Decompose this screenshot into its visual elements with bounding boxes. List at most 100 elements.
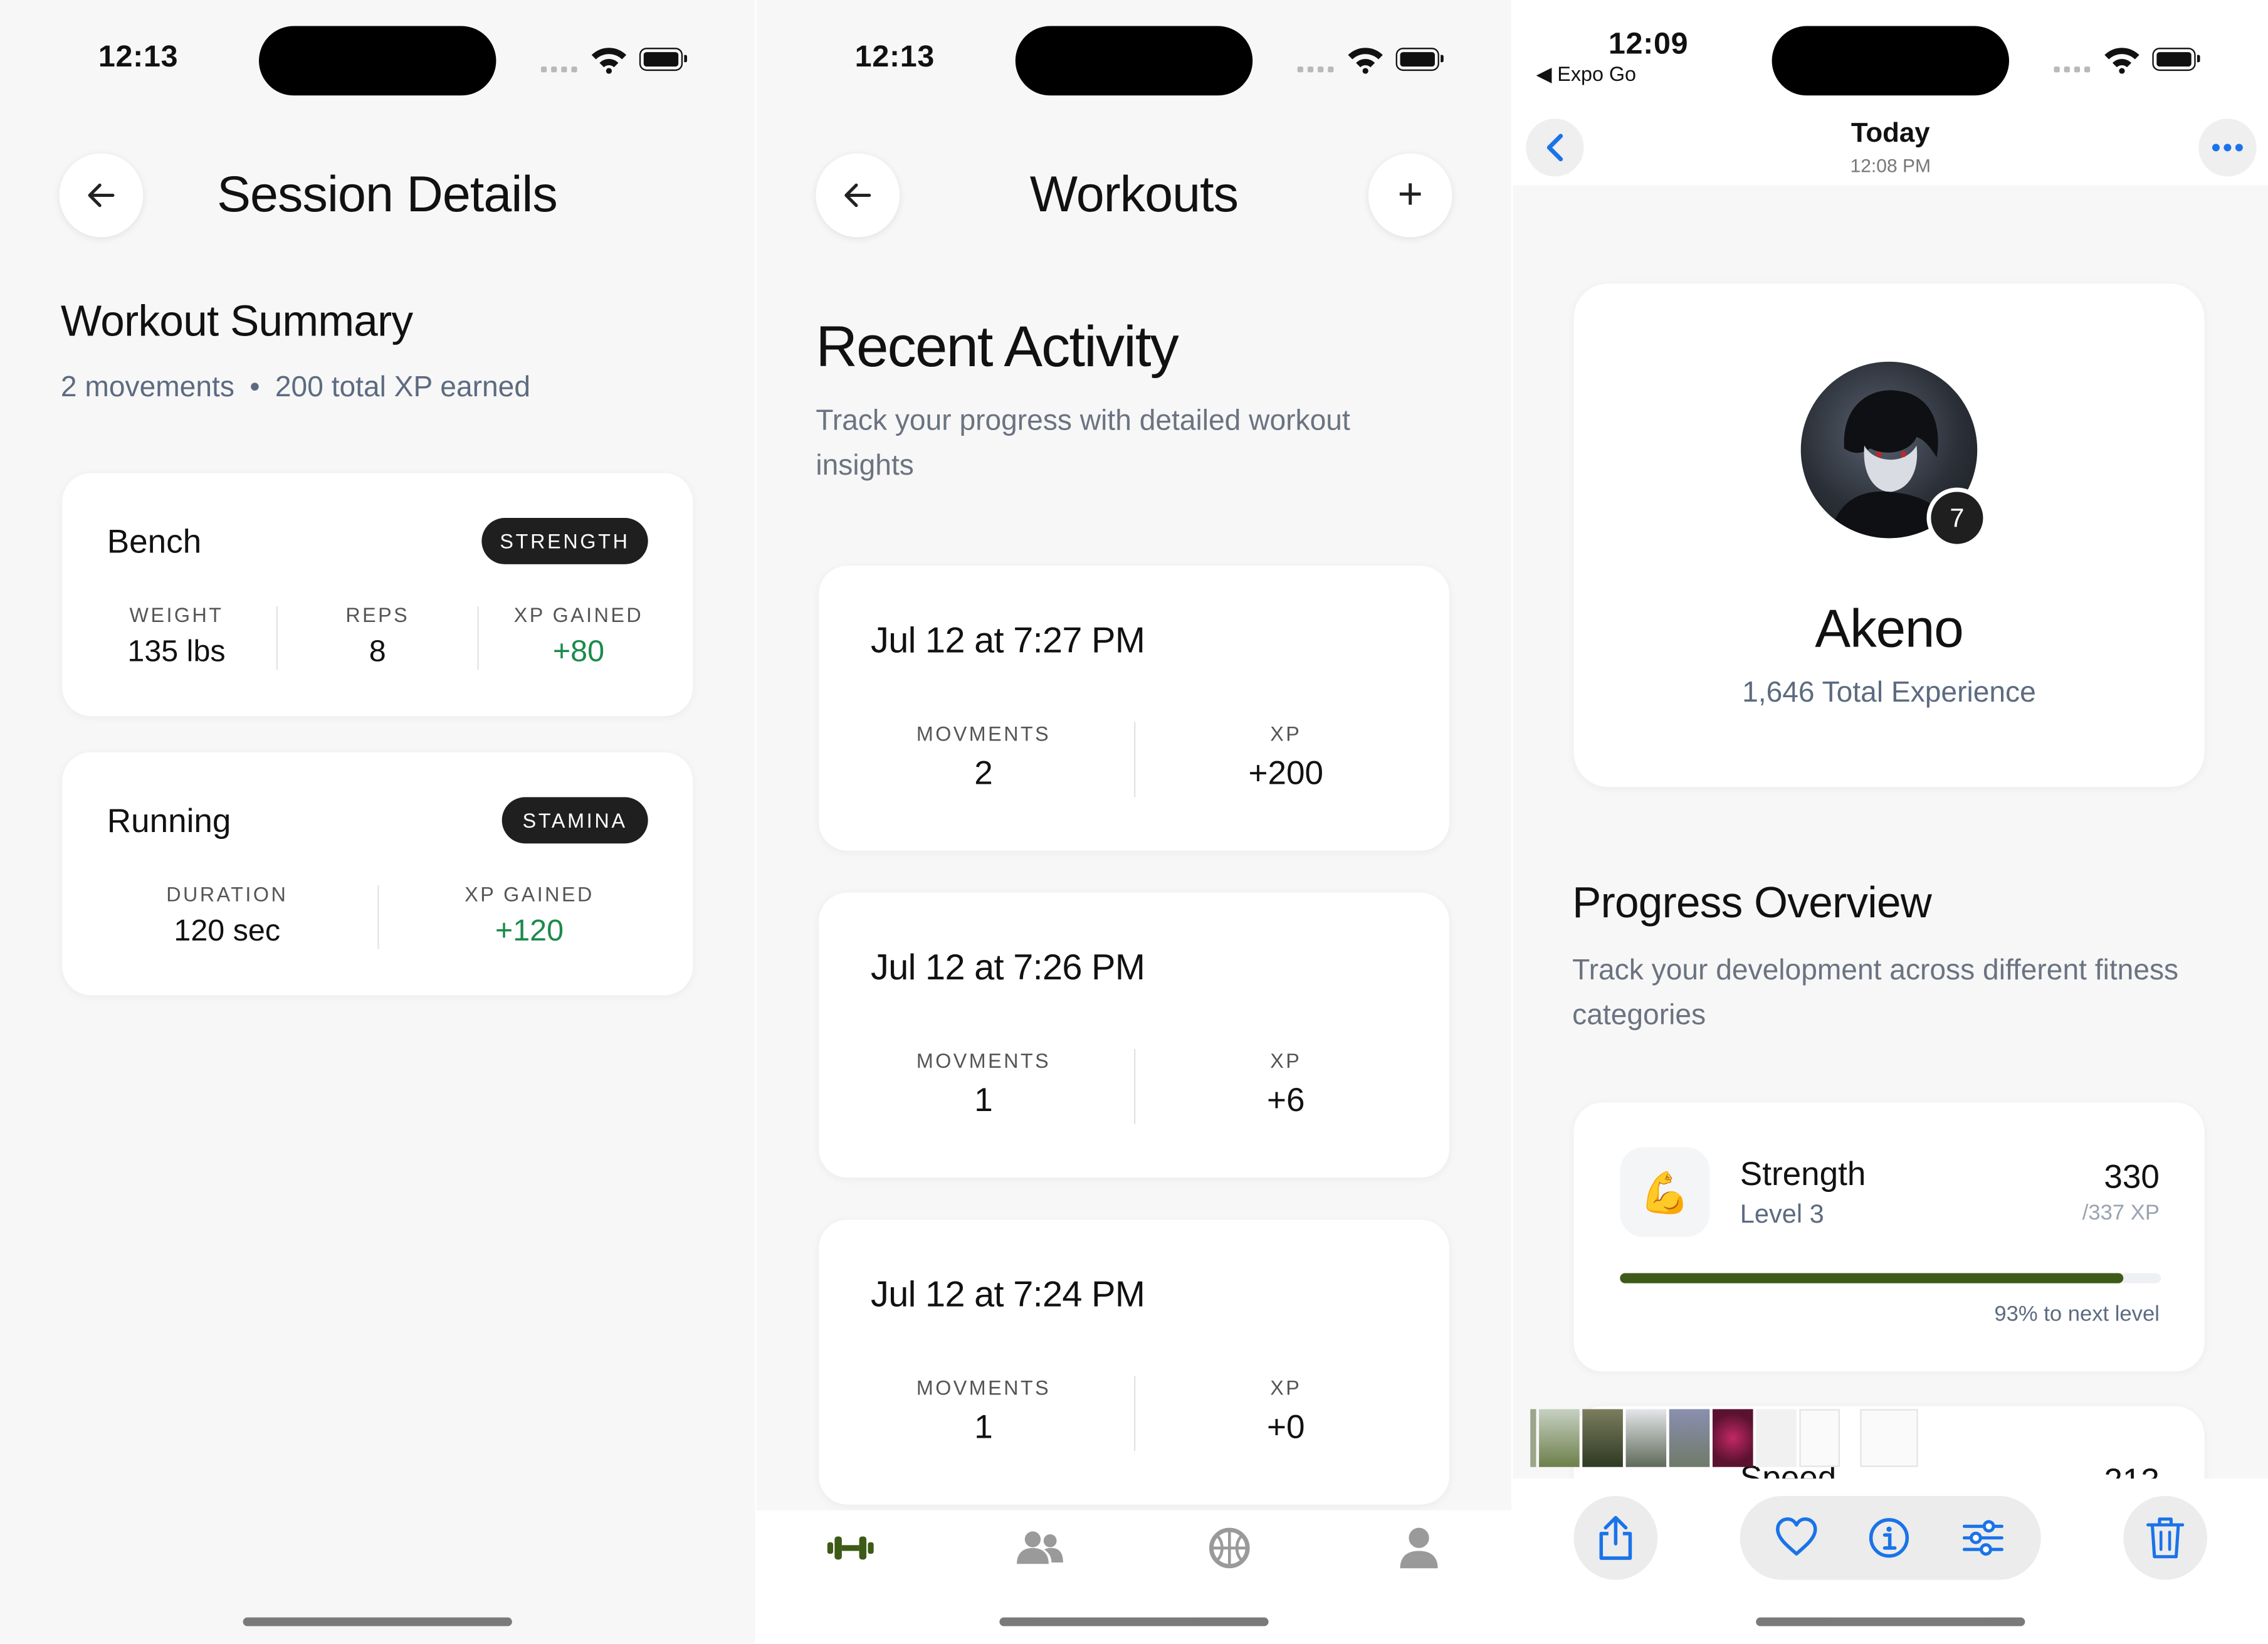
progress-bar-fill bbox=[1620, 1273, 2123, 1283]
total-experience: 1,646 Total Experience bbox=[1742, 677, 2036, 709]
battery-icon bbox=[639, 48, 688, 71]
workout-card[interactable]: Jul 12 at 7:27 PM MOVMENTS 2 XP +200 bbox=[818, 566, 1450, 851]
share-button[interactable] bbox=[1573, 1495, 1658, 1580]
category-badge: STAMINA bbox=[501, 797, 648, 844]
dumbbell-icon bbox=[827, 1536, 874, 1560]
back-button[interactable] bbox=[59, 153, 144, 238]
battery-icon bbox=[2152, 48, 2200, 71]
tab-workouts[interactable] bbox=[819, 1522, 883, 1574]
signal-icon bbox=[2054, 64, 2092, 73]
thumbnail[interactable] bbox=[1799, 1409, 1840, 1467]
category-badge: STRENGTH bbox=[481, 518, 648, 564]
stat-label: XP bbox=[1270, 1376, 1302, 1399]
share-icon bbox=[1599, 1515, 1632, 1560]
favorite-button[interactable] bbox=[1775, 1516, 1818, 1564]
category-card[interactable]: 💪 Strength Level 3 330 /337 XP 93% to ne… bbox=[1573, 1102, 2205, 1372]
signal-icon bbox=[1297, 64, 1335, 73]
thumbnail[interactable] bbox=[1539, 1409, 1580, 1467]
category-level: Level 3 bbox=[1740, 1199, 1824, 1228]
adjust-button[interactable] bbox=[1961, 1516, 2005, 1567]
dynamic-island bbox=[1772, 26, 2009, 96]
photo-date: Today bbox=[1851, 119, 1930, 149]
workout-date: Jul 12 at 7:24 PM bbox=[871, 1274, 1145, 1315]
tab-sports[interactable] bbox=[1198, 1522, 1262, 1574]
info-button[interactable] bbox=[1867, 1516, 1911, 1567]
stat-label: WEIGHT bbox=[129, 603, 224, 627]
strength-icon: 💪 bbox=[1620, 1147, 1710, 1237]
xp-stat: XP +0 bbox=[1135, 1376, 1436, 1446]
stat-duration: DURATION 120 sec bbox=[76, 883, 377, 949]
info-icon bbox=[1869, 1518, 1909, 1558]
stat-value: +200 bbox=[1248, 754, 1324, 792]
thumbnail[interactable] bbox=[1582, 1409, 1623, 1467]
wifi-icon bbox=[1348, 48, 1383, 74]
xp-stat: XP +6 bbox=[1135, 1049, 1436, 1120]
stat-value: 120 sec bbox=[174, 914, 281, 948]
thumbnail[interactable] bbox=[1712, 1409, 1753, 1467]
stat-xp: XP GAINED +80 bbox=[479, 603, 678, 670]
stat-label: MOVMENTS bbox=[916, 1048, 1051, 1072]
battery-icon bbox=[1395, 48, 1444, 71]
session-details-screen: 12:13 Session Details Workout Summary 2 … bbox=[0, 0, 755, 1644]
stage: 12:13 Session Details Workout Summary 2 … bbox=[0, 0, 2268, 1644]
dynamic-island bbox=[1015, 26, 1253, 96]
home-indicator bbox=[243, 1617, 512, 1626]
stat-xp: XP GAINED +120 bbox=[379, 883, 680, 949]
profile-name: Akeno bbox=[1815, 599, 1963, 658]
profile-icon bbox=[1400, 1527, 1438, 1569]
stat-value: 2 bbox=[974, 754, 993, 792]
exercise-name: Running bbox=[107, 801, 231, 840]
back-to-expo-go[interactable]: ◀ Expo Go bbox=[1536, 62, 1636, 87]
workout-card[interactable]: Jul 12 at 7:24 PM MOVMENTS 1 XP +0 bbox=[818, 1220, 1450, 1505]
thumbnail[interactable] bbox=[1860, 1409, 1918, 1467]
basketball-icon bbox=[1209, 1527, 1250, 1569]
level-badge: 7 bbox=[1926, 487, 1988, 549]
stat-value: 1 bbox=[974, 1080, 993, 1119]
tab-profile[interactable] bbox=[1387, 1522, 1451, 1574]
wifi-icon bbox=[2104, 48, 2139, 74]
exercise-card[interactable]: Running STAMINA DURATION 120 sec XP GAIN… bbox=[62, 752, 693, 996]
exercise-card[interactable]: Bench STRENGTH WEIGHT 135 lbs REPS 8 XP … bbox=[62, 473, 693, 717]
photo-thumbnail-strip[interactable] bbox=[1530, 1409, 1921, 1467]
progress-title: Progress Overview bbox=[1572, 879, 1932, 928]
add-workout-button[interactable]: + bbox=[1368, 153, 1452, 238]
status-time: 12:13 bbox=[854, 40, 935, 74]
summary-subtitle: 2 movements • 200 total XP earned bbox=[61, 372, 530, 405]
stat-value: +6 bbox=[1266, 1080, 1305, 1119]
thumbnail[interactable] bbox=[1625, 1409, 1667, 1467]
stat-reps: REPS 8 bbox=[278, 603, 477, 670]
workout-date: Jul 12 at 7:26 PM bbox=[871, 947, 1145, 988]
actions-pill bbox=[1740, 1495, 2041, 1580]
xp-stat: XP +200 bbox=[1135, 722, 1436, 793]
stat-value: +0 bbox=[1266, 1408, 1305, 1446]
delete-button[interactable] bbox=[2123, 1495, 2208, 1580]
section-title: Recent Activity bbox=[816, 315, 1179, 379]
workout-card[interactable]: Jul 12 at 7:26 PM MOVMENTS 1 XP +6 bbox=[818, 892, 1450, 1178]
page-title: Session Details bbox=[217, 166, 558, 223]
stat-label: XP GAINED bbox=[513, 603, 644, 627]
stat-value: 8 bbox=[369, 635, 386, 669]
summary-title: Workout Summary bbox=[60, 298, 413, 346]
tab-friends[interactable] bbox=[1008, 1522, 1072, 1574]
stat-label: DURATION bbox=[166, 882, 288, 906]
stat-weight: WEIGHT 135 lbs bbox=[76, 603, 276, 670]
signal-icon bbox=[540, 64, 579, 73]
thumbnail[interactable] bbox=[1756, 1409, 1797, 1467]
progress-subtitle: Track your development across different … bbox=[1572, 954, 2179, 1032]
total-xp: 200 total XP earned bbox=[275, 372, 530, 404]
plus-icon: + bbox=[1397, 171, 1423, 219]
more-button[interactable] bbox=[2198, 119, 2257, 177]
thumbnail[interactable] bbox=[1669, 1409, 1710, 1467]
stat-label: REPS bbox=[345, 603, 410, 627]
heart-icon bbox=[1776, 1517, 1817, 1556]
arrow-left-icon bbox=[88, 183, 115, 208]
status-time: 12:13 bbox=[98, 40, 179, 74]
section-subtitle: Track your progress with detailed workou… bbox=[816, 405, 1350, 482]
screenshot-canvas: 12:13 Session Details Workout Summary 2 … bbox=[0, 0, 2268, 1644]
category-xp: 330 bbox=[2104, 1157, 2160, 1195]
stat-label: MOVMENTS bbox=[916, 722, 1051, 746]
movements-stat: MOVMENTS 1 bbox=[833, 1376, 1134, 1446]
thumbnail[interactable] bbox=[1530, 1409, 1536, 1467]
more-dots-icon bbox=[2212, 144, 2243, 152]
exercise-name: Bench bbox=[107, 522, 202, 560]
